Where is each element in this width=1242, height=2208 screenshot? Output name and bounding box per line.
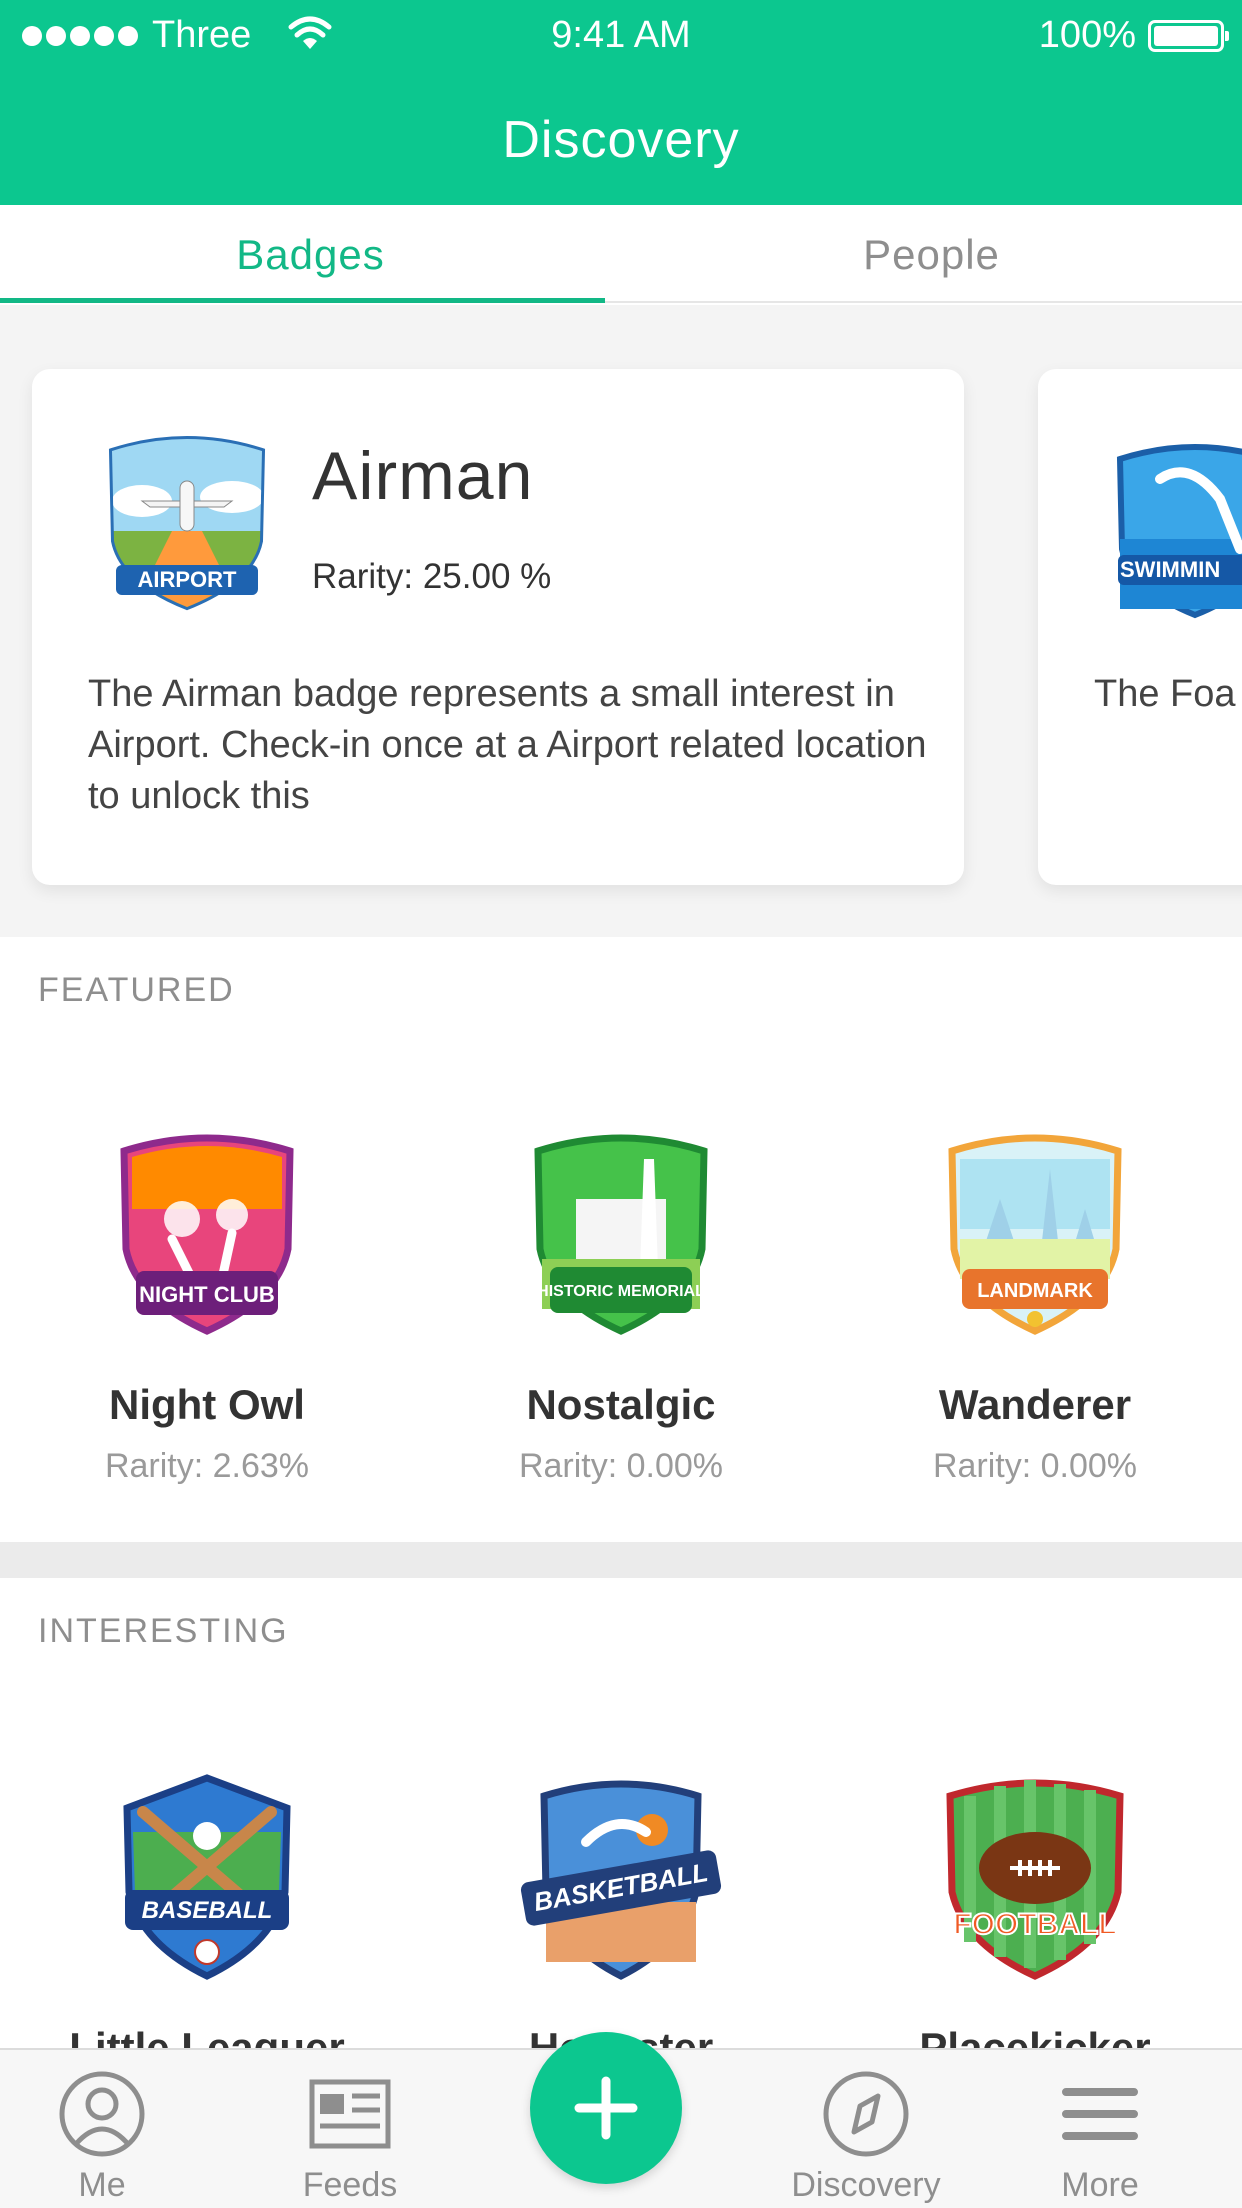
item-name: Wanderer (938, 1381, 1132, 1428)
app-header: Three 9:41 AM 100% Discovery (0, 0, 1242, 205)
battery-status: 100% (1038, 14, 1229, 57)
baseball-badge-label: BASEBALL (142, 1897, 273, 1924)
badge-card-next[interactable]: SWIMMIN The Foa small in once at (1038, 369, 1242, 885)
badge-carousel[interactable]: AIRPORT Airman Rarity: 25.00 % The Airma… (0, 305, 1242, 937)
nav-item-me[interactable]: Me (2, 2068, 202, 2205)
featured-item-wanderer[interactable]: LANDMARK Wanderer Rarity: 0.00% (828, 1129, 1242, 1486)
item-name: Placekicker (919, 2024, 1151, 2048)
landmark-badge-icon: LANDMARK (948, 1134, 1122, 1335)
tab-people[interactable]: People (621, 205, 1242, 303)
plus-icon (574, 2076, 638, 2140)
night-club-badge-label: NIGHT CLUB (139, 1282, 275, 1307)
item-rarity: Rarity: 0.00% (518, 1447, 724, 1485)
tab-badges[interactable]: Badges (0, 205, 621, 303)
landmark-badge-label: LANDMARK (977, 1280, 1093, 1302)
interesting-section: INTERESTING BASEBALL Little Leaguer BASK… (0, 1578, 1242, 2048)
interesting-item-hoopster[interactable]: BASKETBALL Hoopster (414, 1772, 828, 2048)
badge-name: Airman (312, 438, 534, 514)
nav-label-discovery: Discovery (791, 2166, 941, 2204)
nav-item-discovery[interactable]: Discovery (766, 2068, 966, 2205)
basketball-badge-icon: BASKETBALL (520, 1780, 722, 1980)
badge-card-airman[interactable]: AIRPORT Airman Rarity: 25.00 % The Airma… (32, 369, 964, 885)
badge-description: The Airman badge represents a small inte… (88, 673, 927, 817)
add-checkin-button[interactable] (530, 2032, 682, 2184)
nav-item-feeds[interactable]: Feeds (250, 2068, 450, 2205)
feeds-icon (309, 2079, 391, 2149)
night-club-badge-icon: NIGHT CLUB (120, 1134, 294, 1335)
battery-icon (1148, 19, 1229, 52)
battery-percent: 100% (1038, 14, 1136, 56)
featured-item-night-owl[interactable]: NIGHT CLUB Night Owl Rarity: 2.63% (0, 1129, 414, 1486)
featured-item-nostalgic[interactable]: HISTORIC MEMORIAL Nostalgic Rarity: 0.00… (414, 1129, 828, 1486)
baseball-badge-icon: BASEBALL (123, 1774, 291, 1980)
historic-memorial-badge-label: HISTORIC MEMORIAL (537, 1283, 705, 1300)
section-title-featured: FEATURED (38, 971, 235, 1009)
badge-rarity: Rarity: 25.00 % (312, 557, 552, 596)
section-divider (0, 1542, 1242, 1578)
football-badge-icon: FOOTBALL (946, 1779, 1124, 1980)
item-name: Nostalgic (526, 1381, 716, 1428)
nav-label-me: Me (78, 2166, 126, 2204)
historic-memorial-badge-icon: HISTORIC MEMORIAL (534, 1134, 708, 1335)
item-rarity: Rarity: 2.63% (104, 1447, 310, 1485)
section-title-interesting: INTERESTING (38, 1612, 289, 1650)
interesting-item-little-leaguer[interactable]: BASEBALL Little Leaguer (0, 1772, 414, 2048)
swimming-badge-label: SWIMMIN (1120, 557, 1220, 582)
page-title: Discovery (502, 111, 740, 169)
featured-section: FEATURED NIGHT CLUB Night Owl Rarity: 2.… (0, 937, 1242, 1542)
airport-badge-icon: AIRPORT (108, 436, 266, 611)
football-badge-label: FOOTBALL (953, 1908, 1116, 1941)
menu-icon (1062, 2088, 1138, 2140)
profile-icon (59, 2071, 145, 2157)
active-tab-indicator (0, 298, 605, 303)
badge-description-next: The Foa small in once at (1094, 673, 1242, 715)
nav-label-more: More (1061, 2166, 1139, 2204)
swimming-badge-icon: SWIMMIN (1116, 444, 1242, 619)
compass-icon (823, 2071, 909, 2157)
tab-bar: Badges People (0, 205, 1242, 303)
item-name: Night Owl (109, 1381, 305, 1428)
nav-label-feeds: Feeds (302, 2166, 398, 2204)
status-bar: Three 9:41 AM 100% (0, 0, 1242, 75)
nav-item-more[interactable]: More (1000, 2068, 1200, 2205)
airport-badge-label: AIRPORT (138, 567, 238, 592)
item-rarity: Rarity: 0.00% (932, 1447, 1138, 1485)
item-name: Little Leaguer (69, 2024, 345, 2048)
interesting-item-placekicker[interactable]: FOOTBALL Placekicker (828, 1772, 1242, 2048)
